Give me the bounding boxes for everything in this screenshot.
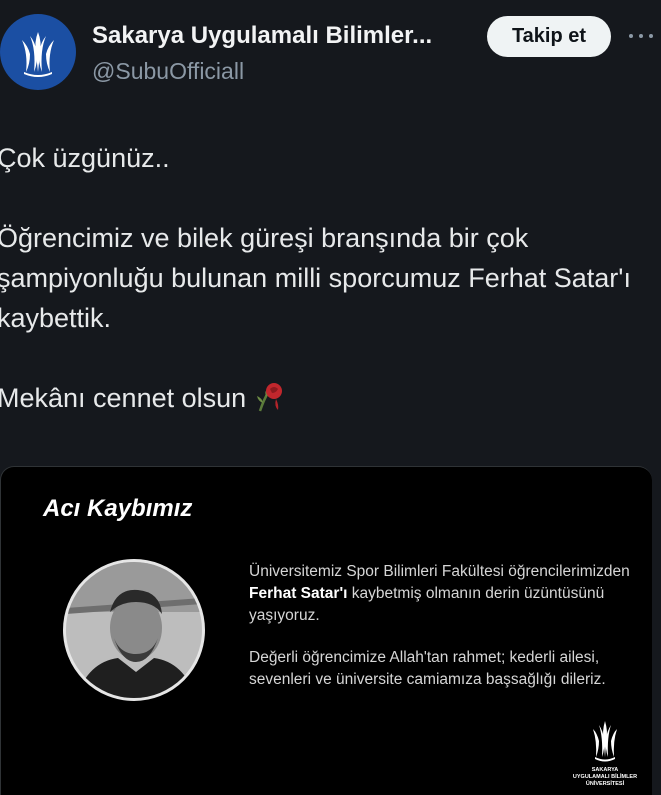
account-avatar[interactable]	[0, 14, 76, 90]
tweet-header: Sakarya Uygulamalı Bilimler... @SubuOffi…	[0, 0, 661, 100]
account-display-name[interactable]: Sakarya Uygulamalı Bilimler...	[92, 22, 472, 50]
more-options-icon[interactable]	[626, 24, 656, 48]
tweet-body: Çok üzgünüz.. Öğrencimiz ve bilek güreşi…	[0, 138, 647, 424]
card-title: Acı Kaybımız	[43, 495, 193, 522]
tweet-line: Mekânı cennet olsun	[0, 383, 247, 413]
portrait-photo	[63, 559, 205, 701]
card-paragraph: Değerli öğrencimize Allah'tan rahmet; ke…	[249, 649, 606, 688]
tweet-line-with-emoji: Mekânı cennet olsun	[0, 378, 647, 424]
tweet-line: Öğrencimiz ve bilek güreşi branşında bir…	[0, 223, 631, 333]
card-paragraph: Üniversitemiz Spor Bilimleri Fakültesi ö…	[249, 563, 630, 624]
university-logo-icon	[22, 32, 54, 77]
university-logo: SAKARYA UYGULAMALI BİLİMLER ÜNİVERSİTESİ	[569, 719, 641, 793]
tweet-line: Çok üzgünüz..	[0, 143, 170, 173]
wilted-rose-icon	[254, 379, 288, 424]
card-text: Üniversitemiz Spor Bilimleri Fakültesi ö…	[249, 561, 639, 691]
university-logo-icon	[593, 721, 617, 762]
account-handle[interactable]: @SubuOfficiall	[92, 58, 244, 85]
media-card[interactable]: Acı Kaybımız Üniversitemiz Spor Bilimler…	[0, 466, 652, 795]
student-name: Ferhat Satar'ı	[249, 585, 348, 602]
follow-button[interactable]: Takip et	[487, 16, 611, 57]
